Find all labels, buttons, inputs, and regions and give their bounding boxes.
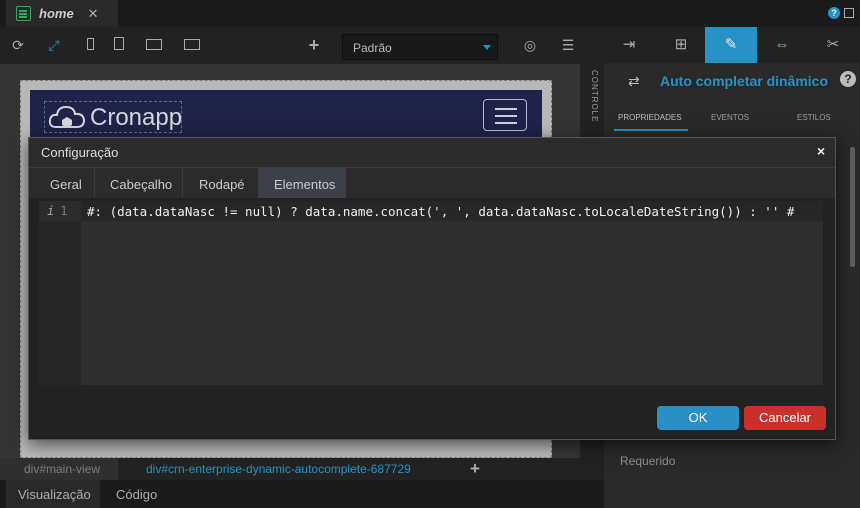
tab-geral[interactable]: Geral — [29, 168, 95, 198]
configuration-dialog: Configuração × Geral Cabeçalho Rodapé El… — [28, 137, 836, 440]
editor-gutter: i1 — [39, 201, 81, 221]
code-editor[interactable]: i1 #: (data.dataNasc != null) ? data.nam… — [39, 201, 823, 385]
tab-elementos[interactable]: Elementos — [259, 168, 346, 198]
close-icon[interactable]: × — [817, 143, 825, 159]
tab-cabecalho[interactable]: Cabeçalho — [95, 168, 183, 198]
line-number: 1 — [60, 204, 68, 218]
ok-button[interactable]: OK — [657, 406, 739, 430]
dialog-header: Configuração × — [29, 138, 835, 168]
dialog-title: Configuração — [41, 145, 119, 160]
cancel-button[interactable]: Cancelar — [744, 406, 826, 430]
tab-rodape[interactable]: Rodapé — [183, 168, 259, 198]
editor-body[interactable] — [81, 221, 823, 385]
dialog-tabs: Geral Cabeçalho Rodapé Elementos — [29, 168, 835, 198]
info-icon: i — [47, 204, 55, 218]
code-line[interactable]: #: (data.dataNasc != null) ? data.name.c… — [87, 204, 794, 219]
